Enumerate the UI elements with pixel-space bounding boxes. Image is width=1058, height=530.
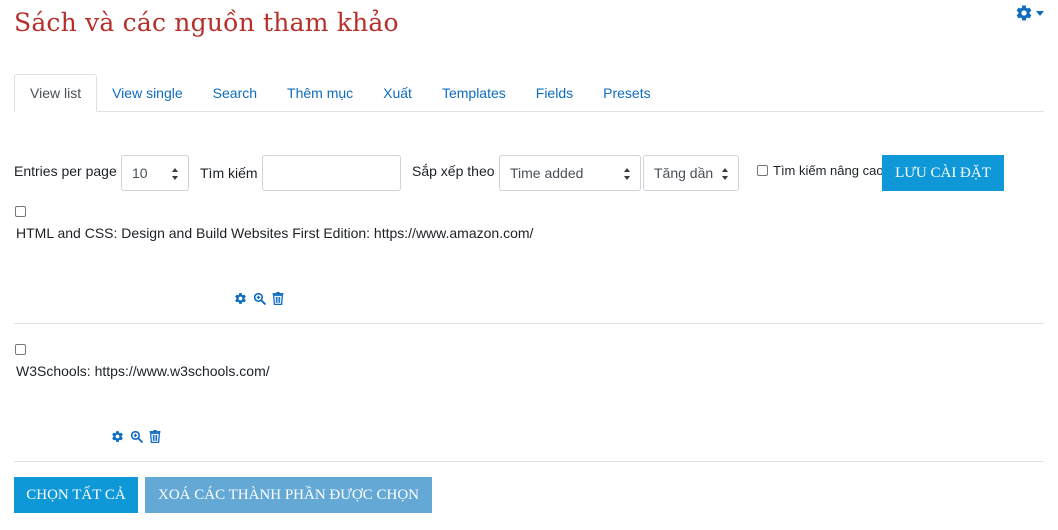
save-settings-button[interactable]: LƯU CÀI ĐẶT [882,155,1004,191]
tab-bar: View list View single Search Thêm mục Xu… [14,74,1044,112]
select-arrows-icon [722,168,729,180]
sort-by-label: Sắp xếp theo [412,163,495,179]
entry-actions [234,292,284,305]
tab-export[interactable]: Xuất [368,74,427,111]
gear-icon [1016,5,1032,21]
options-toolbar: Entries per page 10 Tìm kiếm Sắp xếp the… [14,155,1044,191]
sort-order-select[interactable]: Tăng dần [643,155,739,191]
list-item: W3Schools: https://www.w3schools.com/ [14,342,1044,452]
search-label: Tìm kiếm [200,165,258,181]
select-arrows-icon [172,168,179,180]
entry-divider [14,461,1044,462]
entry-select-checkbox[interactable] [15,344,26,355]
sort-by-select[interactable]: Time added [499,155,641,191]
delete-selected-button[interactable]: XOÁ CÁC THÀNH PHẦN ĐƯỢC CHỌN [145,477,432,513]
entries-per-page-select[interactable]: 10 [121,155,189,191]
tab-add-entry[interactable]: Thêm mục [272,74,368,111]
zoom-icon[interactable] [253,292,266,305]
tab-view-list[interactable]: View list [14,74,98,112]
advanced-search-toggle[interactable]: Tìm kiếm nâng cao [757,163,884,178]
search-input[interactable] [262,155,401,191]
select-arrows-icon [624,168,631,180]
advanced-search-checkbox[interactable] [757,165,768,176]
page-title: Sách và các nguồn tham khảo [14,8,399,37]
gear-icon[interactable] [111,430,124,443]
gear-icon[interactable] [234,292,247,305]
zoom-icon[interactable] [130,430,143,443]
chevron-down-icon [1036,10,1044,16]
entry-text: HTML and CSS: Design and Build Websites … [16,225,534,241]
tab-search[interactable]: Search [198,74,272,111]
tab-fields[interactable]: Fields [521,74,588,111]
tab-templates[interactable]: Templates [427,74,521,111]
entry-text: W3Schools: https://www.w3schools.com/ [16,363,270,379]
sort-by-value: Time added [510,165,584,181]
sort-order-value: Tăng dần [654,165,714,181]
tab-presets[interactable]: Presets [588,74,665,111]
list-item: HTML and CSS: Design and Build Websites … [14,204,1044,314]
settings-menu[interactable] [1015,4,1044,22]
select-all-button[interactable]: CHỌN TẤT CẢ [14,477,138,513]
entries-per-page-label: Entries per page [14,163,117,179]
trash-icon[interactable] [272,292,284,305]
entry-divider [14,323,1044,324]
trash-icon[interactable] [149,430,161,443]
tab-view-single[interactable]: View single [97,74,198,111]
entry-actions [111,430,161,443]
advanced-search-label: Tìm kiếm nâng cao [773,163,884,178]
entries-per-page-value: 10 [132,165,148,181]
entry-select-checkbox[interactable] [15,206,26,217]
